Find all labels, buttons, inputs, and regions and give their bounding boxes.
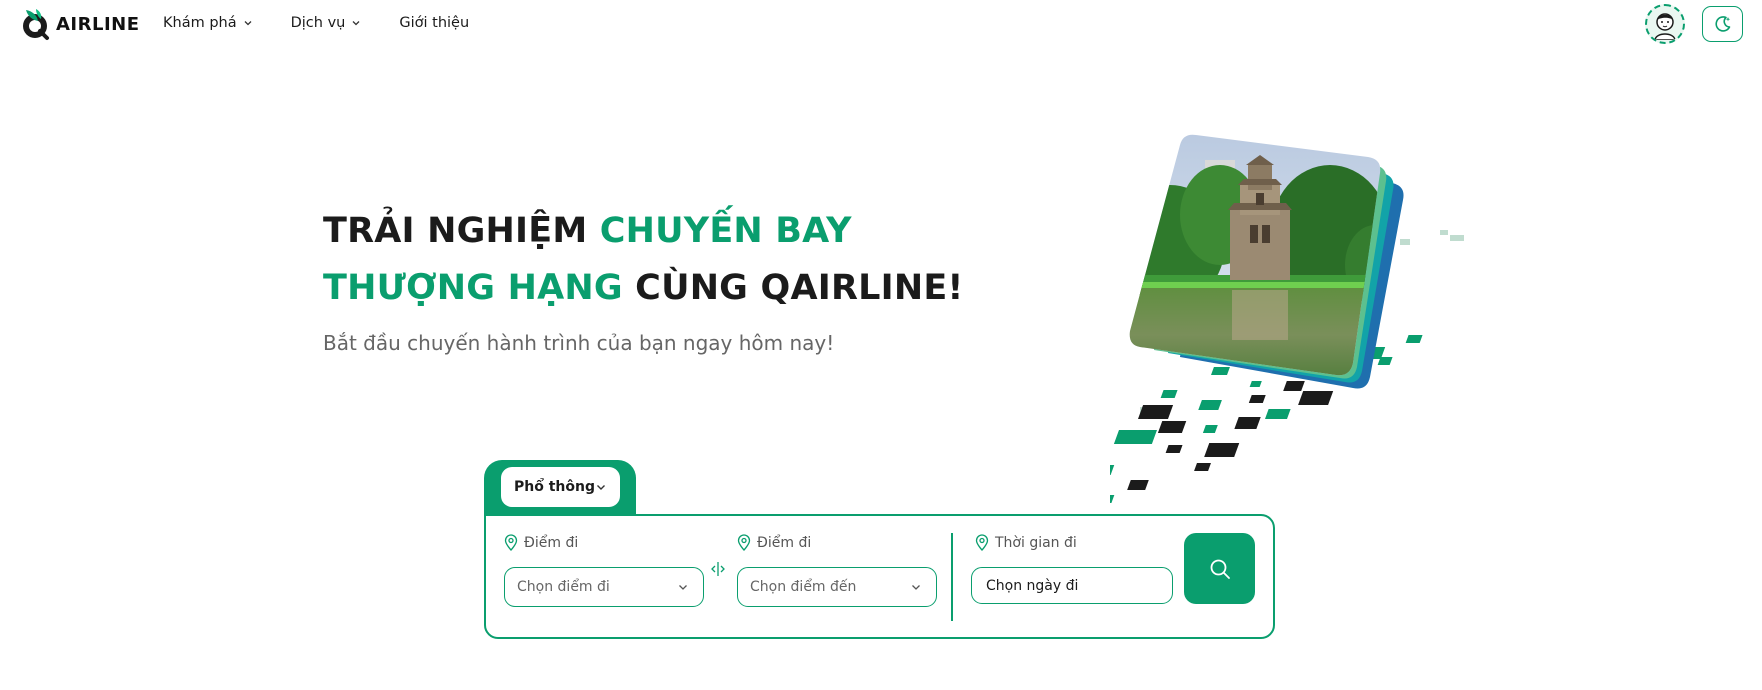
hero-title-part: TRẢI NGHIỆM [323,211,600,251]
hero-subtitle: Bắt đầu chuyến hành trình của bạn ngay h… [323,331,835,355]
map-pin-icon [737,534,751,551]
destination-placeholder: Chọn điểm đến [750,579,857,595]
top-header: AIRLINE Khám phá Dịch vụ Giới thiệu [0,0,1762,50]
nav-item-about[interactable]: Giới thiệu [399,15,469,31]
nav-item-label: Dịch vụ [290,15,346,31]
main-nav: Khám phá Dịch vụ Giới thiệu [163,15,507,31]
cabin-class-select[interactable]: Phổ thông [501,467,620,507]
hero-title-part: CÙNG QAIRLINE! [622,268,964,308]
chevron-down-icon [352,21,360,26]
chevron-down-icon [244,21,252,26]
hero-title-accent: CHUYẾN BAY [599,211,852,251]
user-avatar[interactable] [1645,4,1685,44]
destination-label: Điểm đi [737,534,811,551]
hero-title-accent: THƯỢNG HẠNG [323,268,623,308]
moon-stars-icon [1714,16,1730,32]
nav-item-explore[interactable]: Khám phá [163,15,253,31]
hero-illustration [1110,134,1464,503]
nav-item-services[interactable]: Dịch vụ [291,15,362,31]
destination-select[interactable]: Chọn điểm đến [737,567,937,607]
departure-date-label-text: Thời gian đi [995,534,1077,551]
brand-name: AIRLINE [56,13,140,35]
chevron-down-icon [912,585,920,590]
departure-date-label: Thời gian đi [975,534,1077,551]
qairline-logo-icon [23,9,49,40]
origin-label-text: Điểm đi [524,534,579,551]
nav-item-label: Khám phá [163,15,237,31]
cabin-class-value: Phổ thông [514,479,595,495]
departure-date-input[interactable] [971,567,1173,604]
map-pin-icon [975,534,989,551]
swap-icon[interactable] [710,561,726,577]
chevron-down-icon [597,485,605,490]
brand[interactable]: AIRLINE [20,7,140,41]
origin-placeholder: Chọn điểm đi [517,579,610,595]
nav-item-label: Giới thiệu [399,15,470,31]
theme-toggle-button[interactable] [1702,6,1743,42]
field-divider [951,533,953,621]
origin-select[interactable]: Chọn điểm đi [504,567,704,607]
destination-label-text: Điểm đi [757,534,812,551]
map-pin-icon [504,534,518,551]
search-icon [1210,559,1230,579]
chevron-down-icon [679,585,687,590]
hero-title: TRẢI NGHIỆM CHUYẾN BAY THƯỢNG HẠNG CÙNG … [323,203,964,317]
search-flights-button[interactable] [1184,533,1255,604]
origin-label: Điểm đi [504,534,578,551]
avatar-illustration-icon [1654,13,1676,40]
